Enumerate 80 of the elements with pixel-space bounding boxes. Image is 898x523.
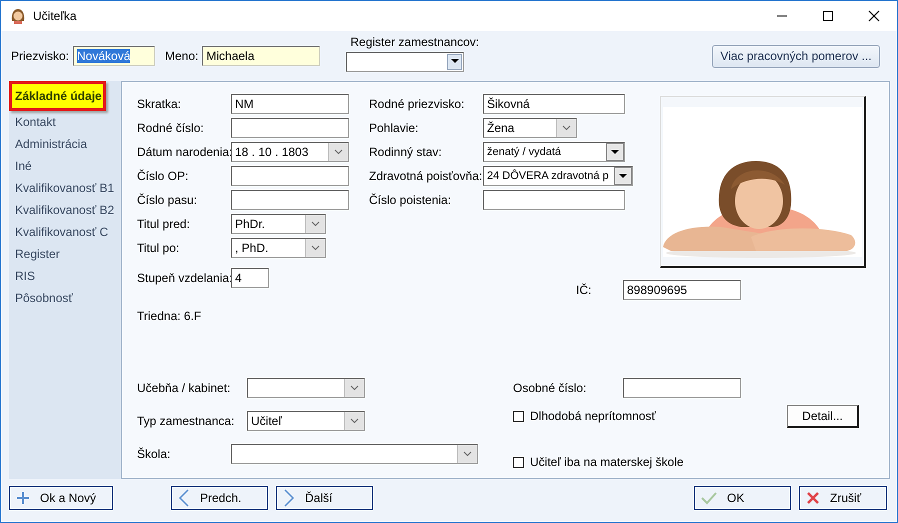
field-label: Rodné priezvisko: bbox=[369, 97, 466, 111]
caret-icon bbox=[619, 174, 627, 178]
field-label: Priezvisko: bbox=[11, 49, 70, 63]
field-label: IČ: bbox=[576, 283, 592, 297]
field-label: Stupeň vzdelania: bbox=[137, 271, 231, 285]
field-label: Typ zamestnanca: bbox=[137, 414, 236, 428]
footer-button[interactable]: Predch. bbox=[171, 486, 268, 510]
field-label: Rodné číslo: bbox=[137, 121, 205, 135]
sidebar-item[interactable]: Kontakt bbox=[9, 111, 121, 133]
combo-box[interactable] bbox=[231, 444, 478, 464]
sidebar-item[interactable]: Základné údaje bbox=[9, 81, 106, 111]
field-label: Číslo OP: bbox=[137, 169, 190, 183]
field-label: Rodinný stav: bbox=[369, 145, 443, 159]
text-field[interactable] bbox=[231, 166, 349, 186]
chevron-icon bbox=[562, 125, 571, 131]
plus-icon bbox=[16, 491, 30, 505]
chevron-icon bbox=[350, 385, 359, 391]
combo-box[interactable]: , PhD. bbox=[231, 238, 326, 258]
sidebar-item[interactable]: Pôsobnosť bbox=[9, 287, 121, 309]
chevron-icon bbox=[334, 149, 343, 155]
text-field[interactable] bbox=[483, 190, 625, 210]
chevron-icon bbox=[311, 221, 320, 227]
caret-icon bbox=[611, 150, 619, 154]
sidebar-item[interactable]: Administrácia bbox=[9, 133, 121, 155]
sidebar-item[interactable]: Iné bbox=[9, 155, 121, 177]
field-label: Škola: bbox=[137, 447, 172, 461]
text-field[interactable]: NM bbox=[231, 94, 349, 114]
sidebar-item[interactable]: Kvalifikovanosť B1 bbox=[9, 177, 121, 199]
footer-button[interactable]: OK bbox=[694, 486, 791, 510]
combo-box[interactable]: 18 . 10 . 1803 bbox=[231, 142, 349, 162]
sidebar-item[interactable]: Register bbox=[9, 243, 121, 265]
field-label: Číslo pasu: bbox=[137, 193, 198, 207]
chevron-icon bbox=[350, 418, 359, 424]
footer-button[interactable]: Ďalší bbox=[276, 486, 373, 510]
chevron-icon bbox=[463, 451, 472, 457]
field-label: Skratka: bbox=[137, 97, 182, 111]
text-field[interactable] bbox=[623, 378, 741, 398]
combo-box[interactable]: Učiteľ bbox=[247, 411, 365, 431]
teacher-avatar-icon bbox=[9, 7, 27, 25]
cancel-icon bbox=[806, 491, 820, 505]
text-field[interactable] bbox=[231, 190, 349, 210]
field-label: Meno: bbox=[165, 49, 198, 63]
more-employment-button[interactable]: Viac pracovných pomerov ... bbox=[712, 44, 880, 68]
chevron-right-icon bbox=[283, 489, 295, 507]
field-label: Titul po: bbox=[137, 241, 180, 255]
name-field[interactable]: Michaela bbox=[202, 46, 320, 66]
window-title: Učiteľka bbox=[33, 9, 77, 23]
field-label: Dátum narodenia: bbox=[137, 145, 231, 159]
text-field[interactable] bbox=[231, 118, 349, 138]
combo-box[interactable]: 24 DÔVERA zdravotná p bbox=[483, 166, 633, 186]
checkbox[interactable]: Učiteľ iba na materskej škole bbox=[513, 455, 684, 469]
field-label: Titul pred: bbox=[137, 217, 191, 231]
footer-button[interactable]: Zrušiť bbox=[799, 486, 887, 510]
field-label: Učebňa / kabinet: bbox=[137, 381, 232, 395]
caret-icon bbox=[450, 59, 459, 64]
checkbox[interactable]: Dlhodobá neprítomnosť bbox=[513, 409, 656, 423]
field-label: Register zamestnancov: bbox=[350, 34, 480, 48]
maximize-icon[interactable] bbox=[822, 10, 834, 22]
sidebar-item[interactable]: Kvalifikovanosť C bbox=[9, 221, 121, 243]
chevron-icon bbox=[311, 245, 320, 251]
field-label: Zdravotná poisťovňa: bbox=[369, 169, 483, 183]
combo-box[interactable]: PhDr. bbox=[231, 214, 326, 234]
footer-button[interactable]: Ok a Nový bbox=[9, 486, 113, 510]
field-label: Číslo poistenia: bbox=[369, 193, 452, 207]
detail-button[interactable]: Detail... bbox=[787, 404, 859, 428]
combo-box[interactable]: ženatý / vydatá bbox=[483, 142, 625, 162]
sidebar-item[interactable]: RIS bbox=[9, 265, 121, 287]
field-label: Osobné číslo: bbox=[513, 381, 588, 395]
class-info: Triedna: 6.F bbox=[137, 309, 202, 323]
check-icon bbox=[701, 491, 717, 505]
text-field[interactable]: Šikovná bbox=[483, 94, 625, 114]
chevron-left-icon bbox=[178, 489, 190, 507]
combo-box[interactable] bbox=[247, 378, 365, 398]
text-field[interactable]: 4 bbox=[231, 268, 269, 288]
register-dropdown[interactable] bbox=[346, 52, 464, 72]
text-field[interactable]: 898909695 bbox=[623, 280, 741, 300]
close-icon[interactable] bbox=[868, 10, 880, 22]
field-label: Pohlavie: bbox=[369, 121, 420, 135]
sidebar-item[interactable]: Kvalifikovanosť B2 bbox=[9, 199, 121, 221]
combo-box[interactable]: Žena bbox=[483, 118, 577, 138]
